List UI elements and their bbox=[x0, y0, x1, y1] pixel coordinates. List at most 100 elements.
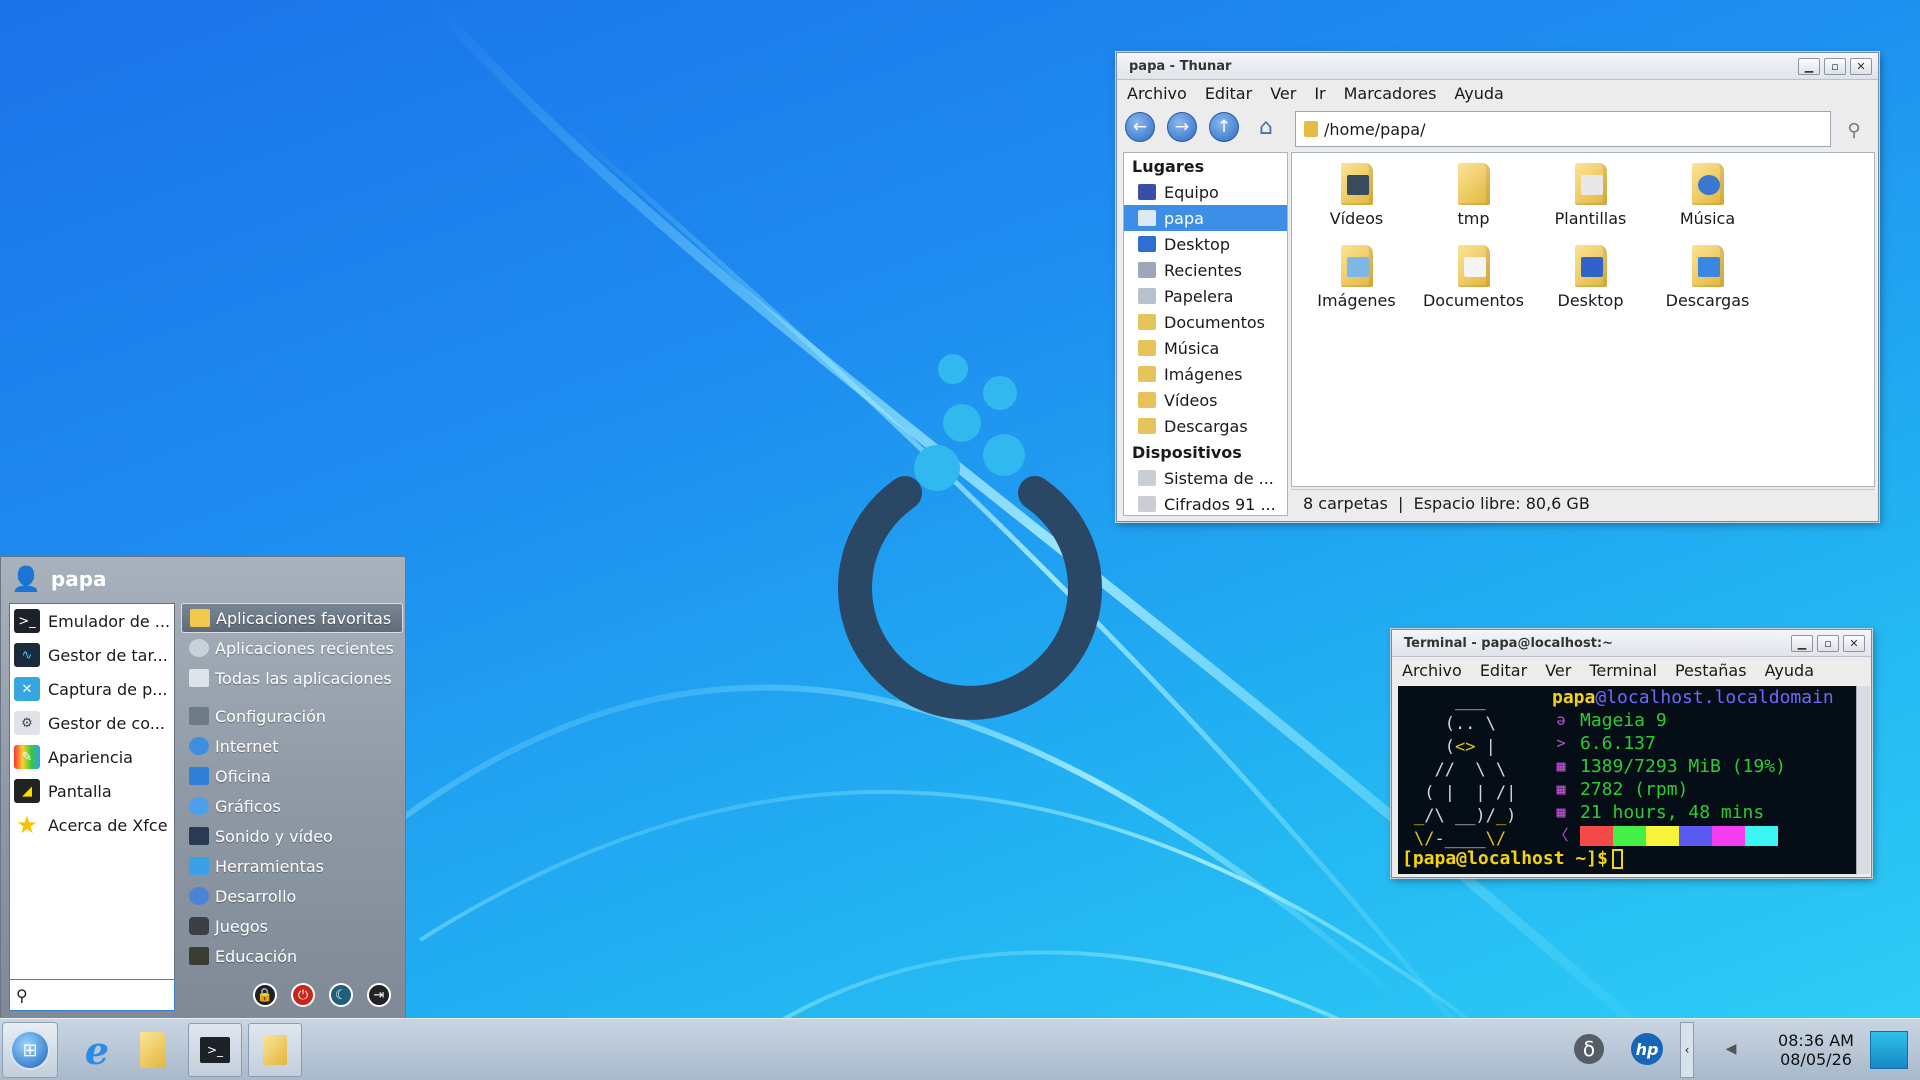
tray-expand-button[interactable]: ‹ bbox=[1680, 1022, 1694, 1078]
lock-screen-button[interactable]: 🔒 bbox=[253, 983, 277, 1007]
fav-terminal-emulator[interactable]: >_ Emulador de ... bbox=[10, 604, 174, 638]
sidebar-item-equipo[interactable]: Equipo bbox=[1124, 179, 1287, 205]
fav-screenshot[interactable]: ✕ Captura de p... bbox=[10, 672, 174, 706]
shutdown-button[interactable]: ⏻ bbox=[291, 983, 315, 1007]
sidebar-item-videos[interactable]: Vídeos bbox=[1124, 387, 1287, 413]
fav-display[interactable]: ◢ Pantalla bbox=[10, 774, 174, 808]
os-icon: ə bbox=[1556, 711, 1566, 729]
sidebar-item-documentos[interactable]: Documentos bbox=[1124, 309, 1287, 335]
sidebar-item-papa[interactable]: papa bbox=[1124, 205, 1287, 231]
menu-ayuda[interactable]: Ayuda bbox=[1454, 84, 1503, 103]
close-button[interactable]: ✕ bbox=[1850, 57, 1872, 75]
terminal-output[interactable]: ___ (.. \ (<> | // \ \ ( | | /| _/\ __)/… bbox=[1398, 686, 1870, 874]
logout-button[interactable]: ⇥ bbox=[367, 983, 391, 1007]
terminal-scrollbar[interactable] bbox=[1856, 686, 1870, 874]
folder-item-desktop[interactable]: Desktop bbox=[1532, 241, 1649, 315]
menu-ir[interactable]: Ir bbox=[1314, 84, 1325, 103]
tray-hp-icon[interactable]: hp bbox=[1630, 1032, 1664, 1066]
tray-delta-icon[interactable]: δ bbox=[1572, 1032, 1606, 1066]
sidebar-item-recientes[interactable]: Recientes bbox=[1124, 257, 1287, 283]
minimize-button[interactable]: ▁ bbox=[1798, 57, 1820, 75]
taskbar-file-manager[interactable] bbox=[126, 1023, 180, 1077]
file-view[interactable]: Vídeos tmp Plantillas Música Imágenes Do… bbox=[1291, 152, 1875, 487]
terminal-window[interactable]: Terminal - papa@localhost:~ ▁ ▫ ✕ Archiv… bbox=[1391, 629, 1872, 878]
drive-icon bbox=[1138, 470, 1156, 486]
category-educacion[interactable]: Educación bbox=[181, 941, 403, 971]
category-oficina[interactable]: Oficina bbox=[181, 761, 403, 791]
menu-terminal[interactable]: Terminal bbox=[1589, 661, 1657, 680]
sidebar-device-encrypted[interactable]: Cifrados 91 ... bbox=[1124, 491, 1287, 515]
category-favorites[interactable]: Aplicaciones favoritas bbox=[181, 603, 403, 633]
category-sonido-video[interactable]: Sonido y vídeo bbox=[181, 821, 403, 851]
category-recent[interactable]: Aplicaciones recientes bbox=[181, 633, 403, 663]
menu-editar[interactable]: Editar bbox=[1480, 661, 1527, 680]
hibernate-button[interactable]: ☾ bbox=[329, 983, 353, 1007]
home-button[interactable]: ⌂ bbox=[1251, 112, 1281, 142]
sidebar-item-imagenes[interactable]: Imágenes bbox=[1124, 361, 1287, 387]
text-cursor bbox=[1611, 849, 1623, 869]
tray-volume-icon[interactable]: ◀ bbox=[1714, 1032, 1748, 1066]
category-internet[interactable]: Internet bbox=[181, 731, 403, 761]
taskbar-internet-explorer[interactable]: e bbox=[70, 1023, 124, 1077]
fetch-info: papa @localhost.localdomain ə Mageia 9 >6.… bbox=[1552, 686, 1852, 847]
forward-button[interactable]: → bbox=[1167, 112, 1197, 142]
sidebar-item-descargas[interactable]: Descargas bbox=[1124, 413, 1287, 439]
maximize-button[interactable]: ▫ bbox=[1817, 634, 1839, 652]
folder-item-descargas[interactable]: Descargas bbox=[1649, 241, 1766, 315]
search-icon: ⚲ bbox=[16, 985, 28, 1005]
show-desktop-button[interactable] bbox=[1870, 1031, 1908, 1069]
videos-folder-icon bbox=[1138, 392, 1156, 408]
category-herramientas[interactable]: Herramientas bbox=[181, 851, 403, 881]
menu-editar[interactable]: Editar bbox=[1205, 84, 1252, 103]
back-button[interactable]: ← bbox=[1125, 112, 1155, 142]
thunar-titlebar[interactable]: papa - Thunar ▁ ▫ ✕ bbox=[1117, 53, 1878, 80]
folder-item-musica[interactable]: Música bbox=[1649, 159, 1766, 233]
fav-appearance[interactable]: ✎ Apariencia bbox=[10, 740, 174, 774]
sidebar-item-musica[interactable]: Música bbox=[1124, 335, 1287, 361]
maximize-button[interactable]: ▫ bbox=[1824, 57, 1846, 75]
search-icon[interactable]: ⚲ bbox=[1839, 115, 1869, 145]
taskbar-thunar[interactable] bbox=[248, 1023, 302, 1077]
folder-item-plantillas[interactable]: Plantillas bbox=[1532, 159, 1649, 233]
menu-archivo[interactable]: Archivo bbox=[1127, 84, 1187, 103]
start-menu-button[interactable]: ⊞ bbox=[2, 1022, 58, 1078]
moon-icon: ☾ bbox=[335, 987, 347, 1003]
taskbar-clock[interactable]: 08:36 AM 08/05/26 bbox=[1770, 1031, 1862, 1069]
menu-ayuda[interactable]: Ayuda bbox=[1765, 661, 1814, 680]
menu-ver[interactable]: Ver bbox=[1270, 84, 1296, 103]
menu-pestanas[interactable]: Pestañas bbox=[1675, 661, 1747, 680]
up-button[interactable]: ↑ bbox=[1209, 112, 1239, 142]
category-graficos[interactable]: Gráficos bbox=[181, 791, 403, 821]
palette-icon: 〈 bbox=[1553, 826, 1569, 844]
menu-user-header: 👤 papa bbox=[1, 557, 405, 601]
category-all[interactable]: Todas las aplicaciones bbox=[181, 663, 403, 693]
category-desarrollo[interactable]: Desarrollo bbox=[181, 881, 403, 911]
menu-marcadores[interactable]: Marcadores bbox=[1344, 84, 1437, 103]
sidebar-item-papelera[interactable]: Papelera bbox=[1124, 283, 1287, 309]
sidebar-device-system[interactable]: Sistema de ... bbox=[1124, 465, 1287, 491]
taskbar-terminal[interactable]: >_ bbox=[188, 1023, 242, 1077]
close-button[interactable]: ✕ bbox=[1843, 634, 1865, 652]
fav-task-manager[interactable]: ∿ Gestor de tar... bbox=[10, 638, 174, 672]
menu-search-box[interactable]: ⚲ bbox=[9, 979, 175, 1011]
menu-ver[interactable]: Ver bbox=[1545, 661, 1571, 680]
terminal-titlebar[interactable]: Terminal - papa@localhost:~ ▁ ▫ ✕ bbox=[1392, 630, 1871, 657]
minimize-button[interactable]: ▁ bbox=[1791, 634, 1813, 652]
fav-settings-manager[interactable]: ⚙ Gestor de co... bbox=[10, 706, 174, 740]
category-juegos[interactable]: Juegos bbox=[181, 911, 403, 941]
folder-item-imagenes[interactable]: Imágenes bbox=[1298, 241, 1415, 315]
sidebar-item-desktop[interactable]: Desktop bbox=[1124, 231, 1287, 257]
folder-item-tmp[interactable]: tmp bbox=[1415, 159, 1532, 233]
templates-folder-icon bbox=[1573, 159, 1609, 205]
folder-item-documentos[interactable]: Documentos bbox=[1415, 241, 1532, 315]
category-configuracion[interactable]: Configuración bbox=[181, 701, 403, 731]
thunar-window[interactable]: papa - Thunar ▁ ▫ ✕ Archivo Editar Ver I… bbox=[1116, 52, 1879, 522]
fav-about-xfce[interactable]: ★ Acerca de Xfce bbox=[10, 808, 174, 842]
thunar-menubar: Archivo Editar Ver Ir Marcadores Ayuda bbox=[1117, 80, 1878, 107]
memory-icon: ▦ bbox=[1556, 757, 1566, 775]
location-bar[interactable]: /home/papa/ bbox=[1295, 111, 1831, 147]
folder-item-videos[interactable]: Vídeos bbox=[1298, 159, 1415, 233]
menu-search-input[interactable] bbox=[33, 987, 164, 1003]
menu-archivo[interactable]: Archivo bbox=[1402, 661, 1462, 680]
packages-value: 2782 (rpm) bbox=[1580, 779, 1689, 800]
